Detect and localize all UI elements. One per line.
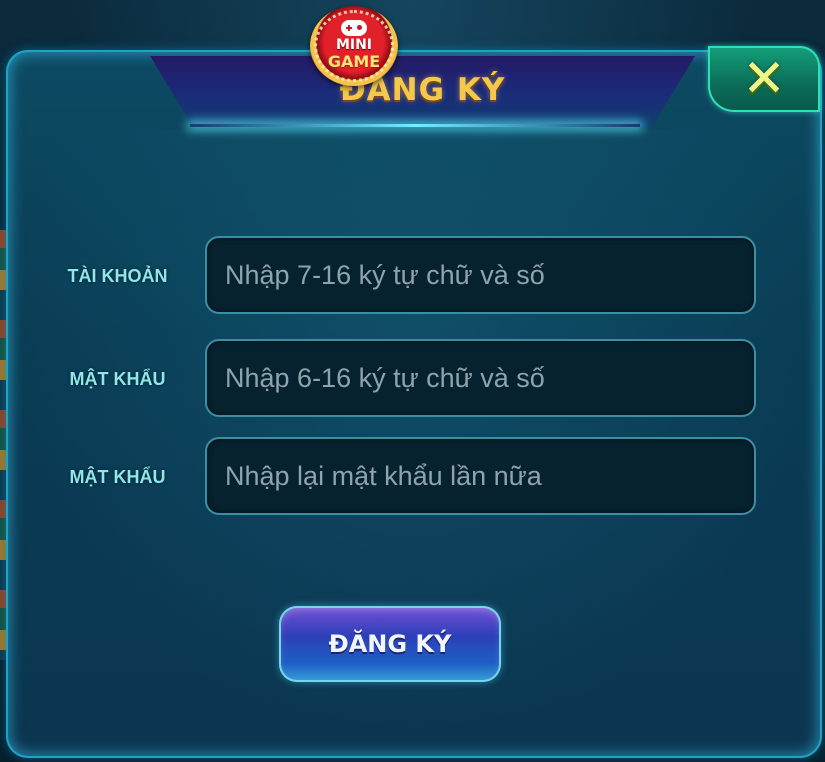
confirm-password-label: MẬT KHẨU	[69, 466, 166, 487]
logo-text-mini: MINI	[335, 37, 373, 53]
form-row-confirm-password: MẬT KHẨU	[0, 437, 825, 517]
close-button[interactable]: ✕	[708, 46, 820, 112]
username-label: TÀI KHOẢN	[67, 265, 168, 286]
gamepad-icon	[341, 20, 367, 36]
minigame-logo: MINI GAME	[310, 6, 398, 86]
form-row-username: TÀI KHOẢN	[0, 236, 825, 316]
register-screen: ĐĂNG KÝ MINI GAME ✕ TÀI KHOẢN MẬT KHẨU M…	[0, 0, 825, 762]
username-input[interactable]	[205, 236, 756, 314]
dialog-title: ĐĂNG KÝ	[339, 72, 506, 108]
confirm-password-input[interactable]	[205, 437, 756, 515]
register-submit-button[interactable]: ĐĂNG KÝ	[279, 606, 501, 682]
password-label: MẬT KHẨU	[69, 368, 166, 389]
form-row-password: MẬT KHẨU	[0, 339, 825, 419]
logo-text-game: GAME	[327, 52, 381, 71]
password-input[interactable]	[205, 339, 756, 417]
header-glow-line	[190, 124, 640, 127]
close-icon: ✕	[742, 49, 786, 109]
